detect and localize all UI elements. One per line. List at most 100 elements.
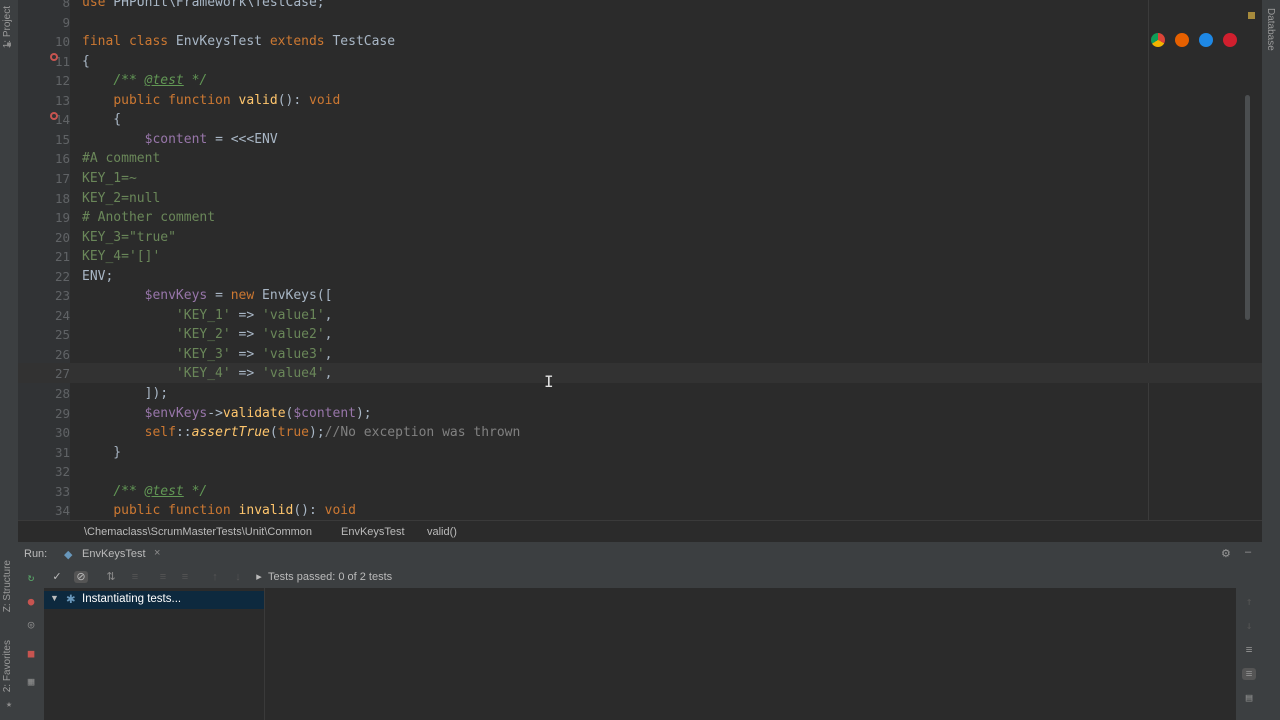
code-line[interactable]: 34 public function invalid(): void [18,500,1262,520]
structure-tool-button[interactable]: Z: Structure [2,560,13,612]
soft-wrap-icon[interactable]: ≡ [1242,644,1256,656]
code-text[interactable]: 'KEY_3' => 'value3', [82,345,333,364]
code-line[interactable]: 22 ENV; [18,266,1262,286]
code-text[interactable]: ENV; [82,267,113,286]
code-text[interactable]: $envKeys->validate($content); [82,404,372,423]
code-line[interactable]: 30 self::assertTrue(true);//No exception… [18,422,1262,442]
code-text[interactable]: # Another comment [82,208,215,227]
line-number[interactable]: 12 [30,73,70,88]
scroll-down-icon[interactable]: ↓ [1242,620,1256,632]
line-number[interactable]: 30 [30,425,70,440]
code-text[interactable]: self::assertTrue(true);//No exception wa… [82,423,521,442]
code-text[interactable]: KEY_1=~ [82,169,137,188]
show-ignored-icon[interactable]: ⊘ [74,571,88,583]
code-text[interactable]: } [82,443,121,462]
code-text[interactable]: final class EnvKeysTest extends TestCase [82,32,395,51]
run-test-icon[interactable] [49,106,59,120]
code-line[interactable]: 31 } [18,442,1262,462]
code-line[interactable]: 15 $content = <<<ENV [18,129,1262,149]
line-number[interactable]: 26 [30,347,70,362]
line-number[interactable]: 15 [30,132,70,147]
code-line[interactable]: 10 final class EnvKeysTest extends TestCa… [18,31,1262,51]
line-number[interactable]: 33 [30,484,70,499]
code-editor[interactable]: 8 use PHPUnit\Framework\TestCase; 9 10 final… [18,0,1262,520]
gear-icon[interactable]: ⚙ [1221,547,1231,560]
line-number[interactable]: 23 [30,288,70,303]
code-text[interactable]: 'KEY_4' => 'value4', [82,364,333,383]
breadcrumb-method[interactable]: valid() [427,526,457,538]
code-text[interactable]: $envKeys = new EnvKeys([ [82,286,333,305]
code-line[interactable]: 21 KEY_4='[]' [18,246,1262,266]
code-line[interactable]: 11{ [18,51,1262,71]
sort-icon[interactable]: ⇅ [104,571,118,583]
line-number[interactable]: 27 [30,366,70,381]
favorites-tool-button[interactable]: 2: Favorites [2,640,13,692]
line-number[interactable]: 22 [30,269,70,284]
line-number[interactable]: 28 [30,386,70,401]
chevron-down-icon[interactable]: ▼ [50,593,59,603]
code-line[interactable]: 28 ]); [18,383,1262,403]
firefox-icon[interactable] [1175,33,1189,47]
code-text[interactable]: KEY_2=null [82,189,160,208]
line-number[interactable]: 16 [30,151,70,166]
code-line[interactable]: 13 public function valid(): void [18,90,1262,110]
line-number[interactable]: 32 [30,464,70,479]
code-line[interactable]: 18 KEY_2=null [18,188,1262,208]
code-text[interactable]: $content = <<<ENV [82,130,278,149]
code-line[interactable]: 23 $envKeys = new EnvKeys([ [18,285,1262,305]
code-line[interactable]: 24 'KEY_1' => 'value1', [18,305,1262,325]
code-line[interactable]: 19 # Another comment [18,207,1262,227]
rerun-failed-icon[interactable]: ● [24,596,38,608]
line-number[interactable]: 17 [30,171,70,186]
close-icon[interactable]: × [154,547,160,559]
code-text[interactable]: /** @test */ [82,71,207,90]
code-text[interactable]: /** @test */ [82,482,207,501]
code-line[interactable]: 27 'KEY_4' => 'value4', [18,363,1262,383]
code-text[interactable]: ]); [82,384,168,403]
code-text[interactable]: 'KEY_2' => 'value2', [82,325,333,344]
code-text[interactable]: use PHPUnit\Framework\TestCase; [82,0,325,12]
run-test-icon[interactable] [49,47,59,61]
code-line[interactable]: 17 KEY_1=~ [18,168,1262,188]
code-line[interactable]: 25 'KEY_2' => 'value2', [18,324,1262,344]
code-text[interactable]: 'KEY_1' => 'value1', [82,306,333,325]
minimize-icon[interactable]: – [1245,546,1251,558]
collapse-all-icon[interactable]: ≡ [178,571,192,583]
rerun-icon[interactable]: ↻ [24,572,38,584]
line-number[interactable]: 21 [30,249,70,264]
code-line[interactable]: 12 /** @test */ [18,70,1262,90]
next-icon[interactable]: ↓ [231,571,245,583]
code-line[interactable]: 26 'KEY_3' => 'value3', [18,344,1262,364]
database-tool-button[interactable]: Database [1265,8,1276,51]
print-icon[interactable]: ▤ [1242,692,1256,704]
breadcrumb-class[interactable]: EnvKeysTest [341,526,405,538]
tree-item-instantiating[interactable]: ▼ ✱ Instantiating tests... [44,591,264,609]
line-number[interactable]: 8 [30,0,70,10]
line-number[interactable]: 9 [30,15,70,30]
safari-icon[interactable] [1199,33,1213,47]
code-text[interactable]: { [82,110,121,129]
scroll-up-icon[interactable]: ↑ [1242,596,1256,608]
layout-icon[interactable]: ▦ [24,676,38,688]
code-text[interactable]: public function valid(): void [82,91,340,110]
chrome-icon[interactable] [1151,33,1165,47]
line-number[interactable]: 18 [30,191,70,206]
line-number[interactable]: 31 [30,445,70,460]
line-number[interactable]: 24 [30,308,70,323]
inspection-indicator-icon[interactable] [1248,12,1255,19]
line-number[interactable]: 20 [30,230,70,245]
code-text[interactable]: KEY_4='[]' [82,247,160,266]
code-line[interactable]: 32 [18,461,1262,481]
line-number[interactable]: 25 [30,327,70,342]
code-line[interactable]: 29 $envKeys->validate($content); [18,403,1262,423]
code-line[interactable]: 9 [18,12,1262,32]
code-line[interactable]: 16 #A comment [18,148,1262,168]
line-number[interactable]: 19 [30,210,70,225]
code-line[interactable]: 20 KEY_3="true" [18,227,1262,247]
toggle-auto-test-icon[interactable]: ◎ [24,619,38,631]
expand-all-icon[interactable]: ≡ [156,571,170,583]
stop-icon[interactable]: ■ [24,648,38,660]
sort-duration-icon[interactable]: ≡ [128,571,142,583]
line-number[interactable]: 29 [30,406,70,421]
tab-envkeystest[interactable]: EnvKeysTest [82,548,146,560]
